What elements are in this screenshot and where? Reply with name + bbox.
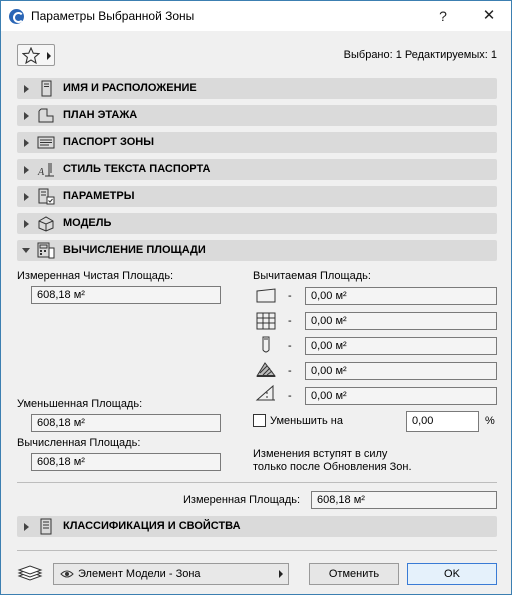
slanted-ceiling-icon — [255, 384, 275, 401]
expand-arrow-icon — [24, 220, 29, 228]
fill-icon — [256, 362, 277, 377]
section-label: ВЫЧИСЛЕНИЕ ПЛОЩАДИ — [63, 244, 206, 256]
section-parameters[interactable]: ПАРАМЕТРЫ — [17, 186, 497, 207]
collapse-arrow-icon — [22, 248, 30, 253]
title-bar: Параметры Выбранной Зоны ? ✕ — [1, 1, 511, 31]
deduction-field-fill: 0,00 м² — [305, 362, 497, 380]
section-label: СТИЛЬ ТЕКСТА ПАСПОРТА — [63, 163, 211, 175]
section-zone-stamp[interactable]: ПАСПОРТ ЗОНЫ — [17, 132, 497, 153]
parameters-icon — [38, 188, 55, 205]
deduction-dash: - — [288, 315, 292, 327]
section-label: КЛАССИФИКАЦИЯ И СВОЙСТВА — [63, 520, 241, 532]
section-name-location[interactable]: ИМЯ И РАСПОЛОЖЕНИЕ — [17, 78, 497, 99]
section-classification[interactable]: КЛАССИФИКАЦИЯ И СВОЙСТВА — [17, 516, 497, 537]
section-label: ПЛАН ЭТАЖА — [63, 109, 138, 121]
selection-info: Выбрано: 1 Редактируемых: 1 — [343, 49, 497, 61]
favorites-arrow-icon — [47, 52, 51, 60]
section-label: ИМЯ И РАСПОЛОЖЕНИЕ — [63, 82, 197, 94]
close-button[interactable]: ✕ — [467, 1, 511, 31]
calculated-area-label: Вычисленная Площадь: — [17, 437, 141, 449]
reduced-area-field: 608,18 м² — [31, 414, 221, 432]
star-icon — [22, 47, 40, 64]
deduction-dash: - — [288, 365, 292, 377]
model-icon — [38, 216, 54, 232]
help-button[interactable]: ? — [421, 1, 465, 31]
expand-arrow-icon — [24, 523, 29, 531]
deduction-dash: - — [288, 390, 292, 402]
deduction-field-slanted-ceiling: 0,00 м² — [305, 387, 497, 405]
classification-icon — [40, 518, 52, 535]
deduction-field-column: 0,00 м² — [305, 337, 497, 355]
favorites-button[interactable] — [17, 44, 55, 66]
zone-stamp-icon — [37, 136, 55, 149]
archicad-app-icon — [9, 9, 24, 24]
eye-icon — [60, 570, 74, 578]
section-model[interactable]: МОДЕЛЬ — [17, 213, 497, 234]
deduction-field-low-ceiling: 0,00 м² — [305, 287, 497, 305]
expand-arrow-icon — [24, 193, 29, 201]
expand-arrow-icon — [24, 85, 29, 93]
layer-dropdown-value: Элемент Модели - Зона — [78, 568, 201, 580]
reduced-area-label: Уменьшенная Площадь: — [17, 398, 143, 410]
section-floor-plan[interactable]: ПЛАН ЭТАЖА — [17, 105, 497, 126]
area-calculation-icon — [37, 242, 55, 259]
dropdown-arrow-icon — [279, 570, 283, 578]
deduction-dash: - — [288, 290, 292, 302]
layers-icon — [17, 565, 43, 581]
expand-arrow-icon — [24, 112, 29, 120]
reduce-by-percent-input[interactable]: 0,00 — [406, 411, 479, 432]
update-note-line1: Изменения вступят в силу — [253, 448, 388, 460]
ok-button[interactable]: OK — [407, 563, 497, 585]
reduce-by-label: Уменьшить на — [270, 415, 343, 427]
percent-unit: % — [485, 415, 495, 427]
column-icon — [262, 336, 270, 353]
calculated-area-field: 608,18 м² — [31, 453, 221, 471]
cancel-button[interactable]: Отменить — [309, 563, 399, 585]
section-label: ПАРАМЕТРЫ — [63, 190, 135, 202]
measured-net-area-field: 608,18 м² — [31, 286, 221, 304]
text-style-icon: A — [37, 163, 54, 178]
deduction-dash: - — [288, 340, 292, 352]
section-label: МОДЕЛЬ — [63, 217, 112, 229]
dialog-window: Параметры Выбранной Зоны ? ✕ Выбрано: 1 … — [0, 0, 512, 595]
separator — [17, 482, 497, 483]
deduction-field-wall-inset: 0,00 м² — [305, 312, 497, 330]
svg-text:A: A — [37, 167, 45, 178]
expand-arrow-icon — [24, 139, 29, 147]
measured-area-label: Измеренная Площадь: — [183, 494, 301, 506]
expand-arrow-icon — [24, 166, 29, 174]
section-text-style[interactable]: A СТИЛЬ ТЕКСТА ПАСПОРТА — [17, 159, 497, 180]
floor-plan-icon — [38, 108, 54, 123]
low-ceiling-icon — [256, 288, 276, 303]
section-area-calculation[interactable]: ВЫЧИСЛЕНИЕ ПЛОЩАДИ — [17, 240, 497, 261]
separator — [17, 550, 497, 551]
section-label: ПАСПОРТ ЗОНЫ — [63, 136, 154, 148]
layer-dropdown[interactable]: Элемент Модели - Зона — [53, 563, 289, 585]
window-title: Параметры Выбранной Зоны — [31, 9, 195, 23]
reduce-by-checkbox[interactable] — [253, 414, 266, 427]
update-note-line2: только после Обновления Зон. — [253, 461, 412, 473]
measured-net-area-label: Измеренная Чистая Площадь: — [17, 270, 174, 282]
name-location-icon — [41, 80, 52, 97]
measured-area-field: 608,18 м² — [311, 491, 497, 509]
wall-inset-icon — [256, 312, 276, 330]
deducted-area-label: Вычитаемая Площадь: — [253, 270, 371, 282]
